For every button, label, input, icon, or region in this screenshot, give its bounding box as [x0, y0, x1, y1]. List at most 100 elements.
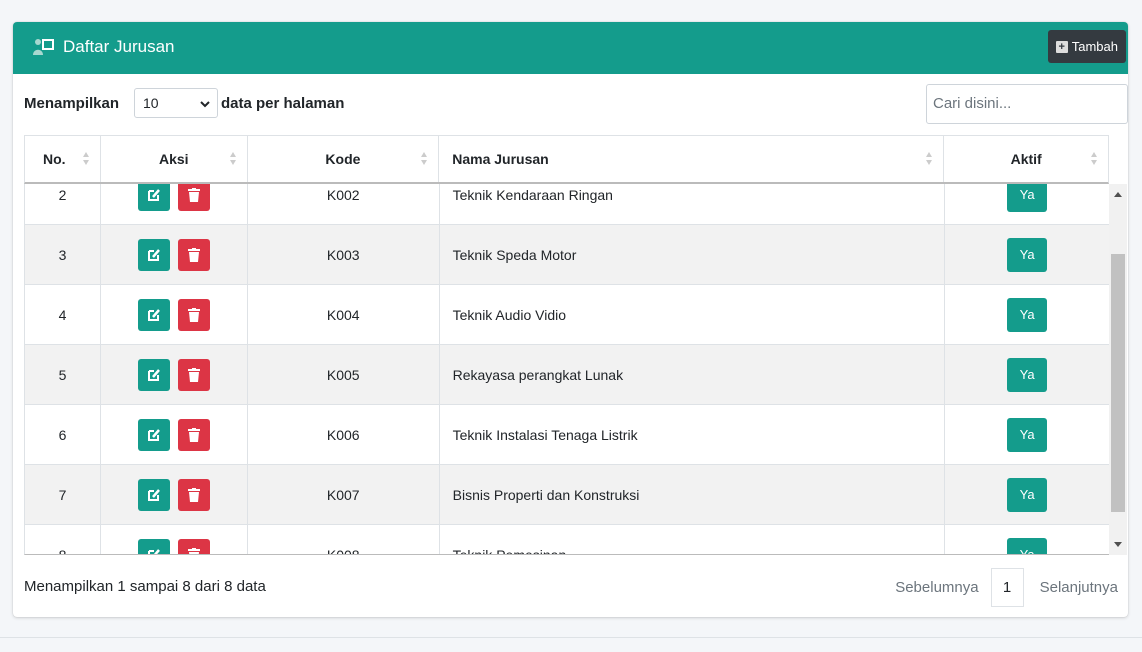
- status-badge: Ya: [1007, 477, 1048, 512]
- trash-icon: [187, 547, 200, 554]
- trash-icon: [187, 247, 200, 262]
- length-label: Menampilkan: [24, 95, 120, 112]
- status-badge: Ya: [1007, 184, 1048, 212]
- page-footer-divider: [0, 637, 1142, 638]
- delete-button[interactable]: [177, 358, 210, 391]
- pagination: Sebelumnya 1 Selanjutnya: [883, 566, 1128, 609]
- cell-kode: K003: [248, 225, 440, 284]
- cell-aktif: Ya: [945, 465, 1109, 524]
- table-body: 2 K002 Teknik Kendaraan Ringan Ya 3 K003…: [25, 184, 1109, 554]
- delete-button[interactable]: [177, 418, 210, 451]
- cell-nama: Teknik Speda Motor: [440, 225, 946, 284]
- cell-kode: K006: [248, 405, 440, 464]
- cell-no: 8: [25, 525, 101, 554]
- edit-icon: [147, 248, 160, 261]
- status-badge: Ya: [1007, 357, 1048, 392]
- edit-button[interactable]: [137, 238, 170, 271]
- cell-kode: K002: [248, 184, 440, 224]
- table-row: 2 K002 Teknik Kendaraan Ringan Ya: [25, 184, 1109, 225]
- edit-button[interactable]: [137, 418, 170, 451]
- data-table: No. Aksi Kode Nama Jurusan Aktif 2 K002 …: [24, 135, 1128, 555]
- cell-aksi: [101, 285, 248, 344]
- delete-button[interactable]: [177, 538, 210, 554]
- table-body-viewport[interactable]: 2 K002 Teknik Kendaraan Ringan Ya 3 K003…: [24, 184, 1109, 555]
- th-nama-label: Nama Jurusan: [452, 151, 549, 167]
- page-number-button[interactable]: 1: [990, 568, 1024, 607]
- cell-no: 6: [25, 405, 101, 464]
- cell-no: 2: [25, 184, 101, 224]
- edit-icon: [147, 308, 160, 321]
- cell-no: 5: [25, 345, 101, 404]
- edit-button[interactable]: [137, 538, 170, 554]
- edit-button[interactable]: [137, 358, 170, 391]
- cell-nama: Bisnis Properti dan Konstruksi: [440, 465, 946, 524]
- delete-button[interactable]: [177, 238, 210, 271]
- sort-icon: [229, 152, 237, 168]
- cell-aktif: Ya: [945, 184, 1109, 224]
- table-row: 3 K003 Teknik Speda Motor Ya: [25, 225, 1109, 285]
- edit-button[interactable]: [137, 478, 170, 511]
- delete-button[interactable]: [177, 478, 210, 511]
- edit-icon: [147, 188, 160, 201]
- th-nama[interactable]: Nama Jurusan: [439, 136, 945, 182]
- th-aktif[interactable]: Aktif: [944, 136, 1108, 182]
- edit-icon: [147, 548, 160, 554]
- cell-kode: K007: [248, 465, 440, 524]
- cell-no: 4: [25, 285, 101, 344]
- scroll-down-icon[interactable]: [1114, 542, 1122, 547]
- status-badge: Ya: [1007, 237, 1048, 272]
- cell-aktif: Ya: [945, 345, 1109, 404]
- page-length-select[interactable]: 10: [134, 88, 218, 118]
- trash-icon: [187, 487, 200, 502]
- table-scrollbar[interactable]: [1109, 184, 1127, 555]
- card-header: Daftar Jurusan + Tambah: [13, 22, 1128, 74]
- th-no-label: No.: [43, 151, 66, 167]
- cell-kode: K008: [248, 525, 440, 554]
- cell-nama: Rekayasa perangkat Lunak: [440, 345, 946, 404]
- table-row: 7 K007 Bisnis Properti dan Konstruksi Ya: [25, 465, 1109, 525]
- edit-icon: [147, 488, 160, 501]
- card-title-text: Daftar Jurusan: [63, 37, 175, 56]
- length-suffix-label: data per halaman: [221, 95, 345, 112]
- delete-button[interactable]: [177, 184, 210, 211]
- sort-icon: [421, 152, 428, 168]
- next-page-button[interactable]: Selanjutnya: [1024, 579, 1128, 596]
- cell-no: 3: [25, 225, 101, 284]
- user-tag-icon: [33, 38, 55, 56]
- cell-nama: Teknik Instalasi Tenaga Listrik: [440, 405, 946, 464]
- th-aktif-label: Aktif: [1010, 151, 1042, 167]
- cell-aktif: Ya: [945, 525, 1109, 554]
- search-input[interactable]: Cari disini...: [926, 84, 1128, 124]
- add-button-label: Tambah: [1071, 39, 1118, 54]
- plus-icon: +: [1055, 40, 1068, 53]
- trash-icon: [187, 427, 200, 442]
- status-badge: Ya: [1007, 417, 1048, 452]
- sort-icon: [1091, 152, 1098, 168]
- status-badge: Ya: [1007, 537, 1048, 554]
- th-aksi[interactable]: Aksi: [101, 136, 248, 182]
- cell-aksi: [101, 184, 248, 224]
- edit-icon: [147, 368, 160, 381]
- trash-icon: [187, 307, 200, 322]
- edit-button[interactable]: [137, 184, 170, 211]
- delete-button[interactable]: [177, 298, 210, 331]
- sort-icon: [82, 152, 90, 168]
- th-kode[interactable]: Kode: [248, 136, 440, 182]
- th-kode-label: Kode: [325, 151, 361, 167]
- th-no[interactable]: No.: [25, 136, 101, 182]
- card-title: Daftar Jurusan: [33, 37, 175, 57]
- table-header: No. Aksi Kode Nama Jurusan Aktif: [24, 135, 1109, 184]
- scrollbar-thumb[interactable]: [1111, 254, 1125, 512]
- cell-nama: Teknik Audio Vidio: [440, 285, 946, 344]
- trash-icon: [187, 187, 200, 202]
- scroll-up-icon[interactable]: [1114, 192, 1122, 197]
- cell-aksi: [101, 405, 248, 464]
- add-button[interactable]: + Tambah: [1047, 30, 1126, 63]
- previous-page-button[interactable]: Sebelumnya: [883, 579, 990, 596]
- page-length-value: 10: [143, 95, 159, 111]
- cell-kode: K004: [248, 285, 440, 344]
- table-row: 6 K006 Teknik Instalasi Tenaga Listrik Y…: [25, 405, 1109, 465]
- edit-button[interactable]: [137, 298, 170, 331]
- sort-icon: [926, 152, 933, 168]
- th-aksi-label: Aksi: [158, 151, 189, 167]
